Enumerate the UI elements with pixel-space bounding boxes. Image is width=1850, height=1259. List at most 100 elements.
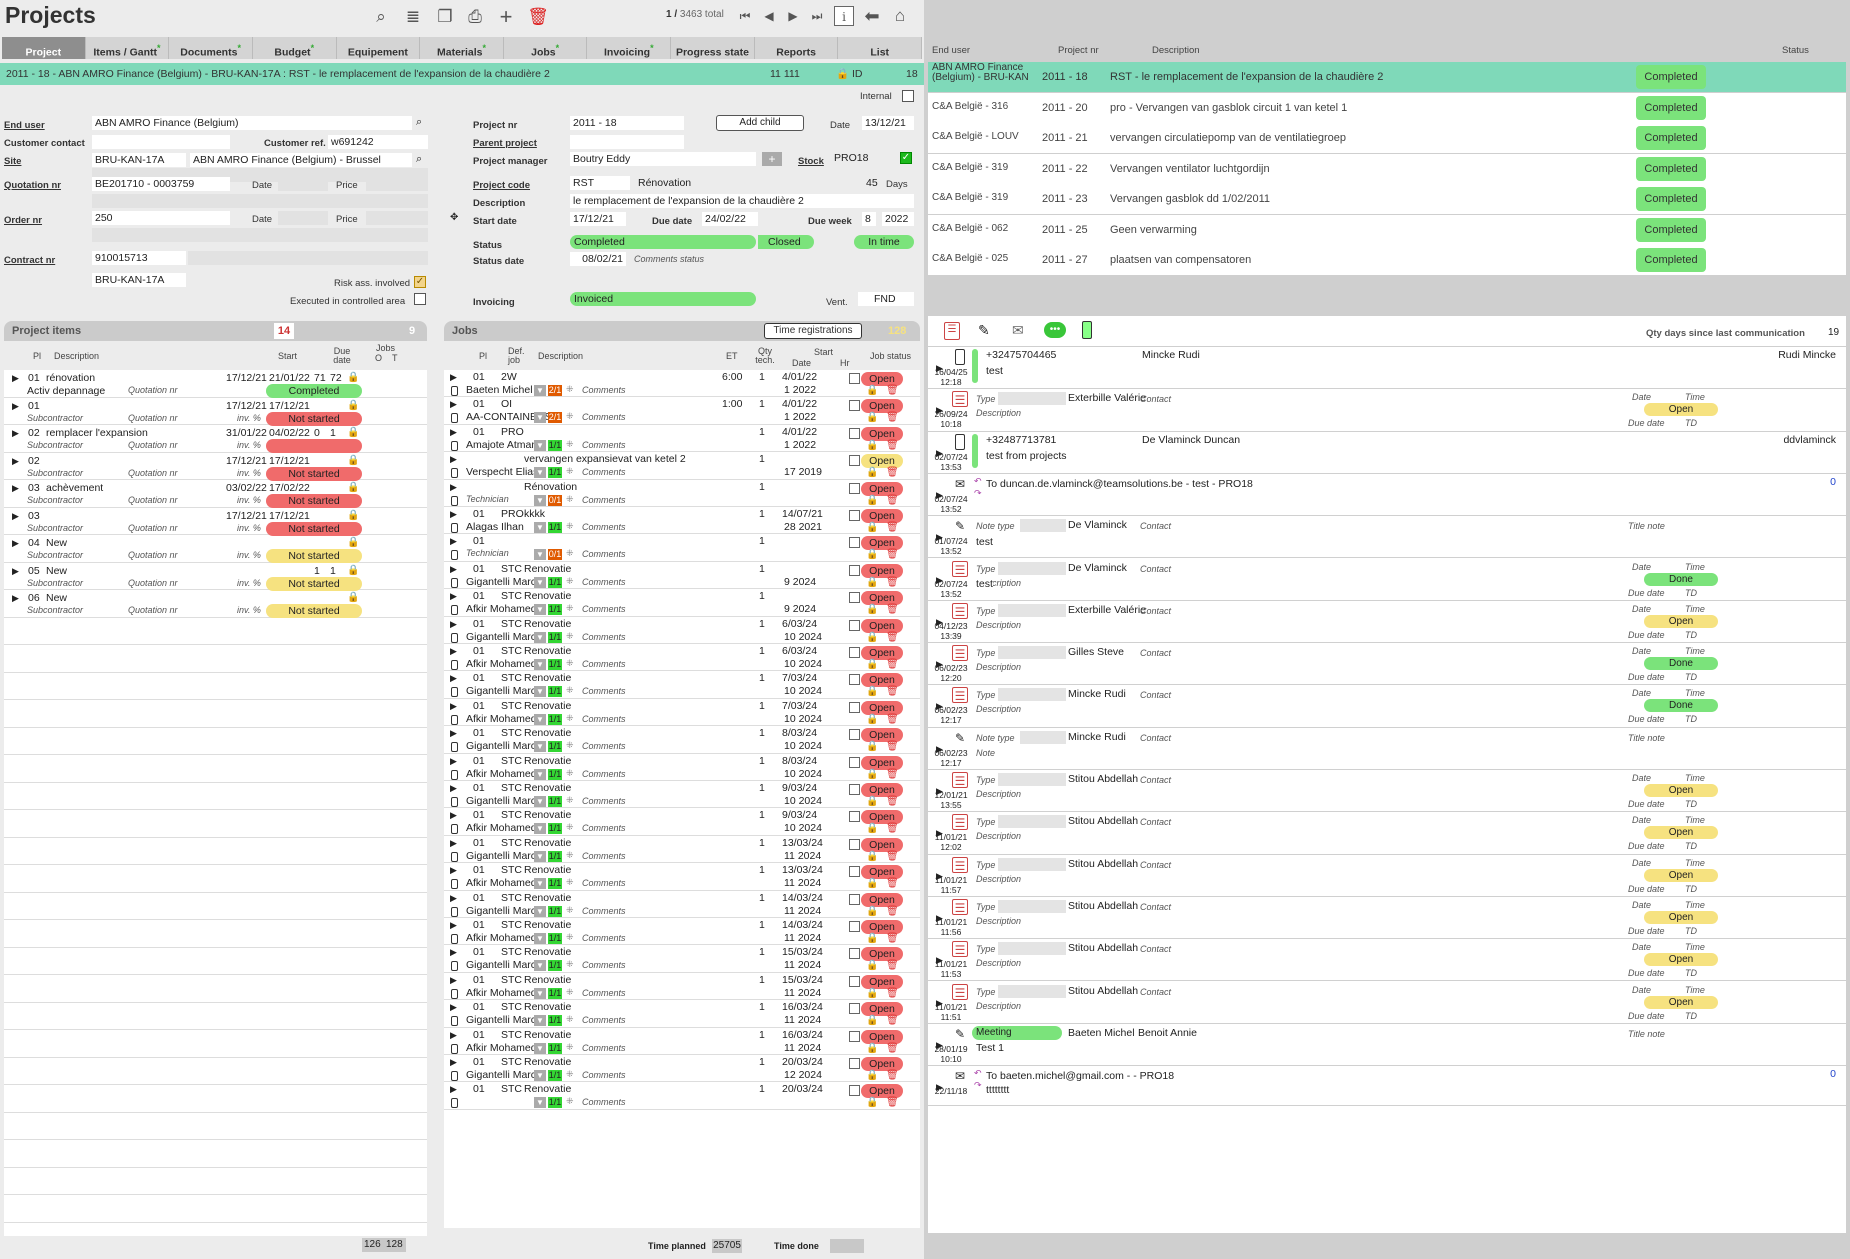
expand-icon[interactable]: ▶ — [450, 865, 457, 876]
dropdown-icon[interactable]: ▼ — [534, 823, 546, 835]
expand-icon[interactable]: ▶ — [450, 810, 457, 821]
job-row[interactable]: ▶ 01 STC Renovatie Gigantelli Marco ▼ 1/1 ⁜ Comm… — [444, 1000, 920, 1028]
expand-icon[interactable]: ▶ — [450, 673, 457, 684]
expand-icon[interactable]: ▶ — [450, 893, 457, 904]
status-field[interactable]: Completed — [570, 235, 756, 249]
end-user-field[interactable]: ABN AMRO Finance (Belgium) — [92, 116, 412, 130]
dropdown-icon[interactable]: ▼ — [534, 549, 546, 561]
item-row[interactable]: ▶ 06 New Subcontractor Quotation nr 🔒 inv. % No… — [4, 590, 427, 618]
job-comments[interactable]: Comments — [582, 412, 626, 422]
item-row[interactable]: ▶ 03 achèvement Subcontractor Quotation nr 03… — [4, 480, 427, 508]
job-comments[interactable]: Comments — [582, 823, 626, 833]
job-checkbox[interactable] — [849, 619, 860, 631]
type-field[interactable] — [998, 857, 1066, 871]
job-checkbox[interactable] — [849, 455, 860, 467]
comm-status[interactable]: Open — [1644, 614, 1718, 628]
job-comments[interactable]: Comments — [582, 1015, 626, 1025]
project-code-label[interactable]: Project code — [473, 180, 530, 191]
trash-icon[interactable]: 🗑 — [886, 1043, 899, 1054]
type-field[interactable] — [998, 984, 1066, 998]
trash-icon[interactable]: 🗑 — [886, 988, 899, 999]
vent-field[interactable]: FND — [858, 292, 914, 306]
expand-icon[interactable]: ▶ — [450, 427, 457, 438]
job-checkbox[interactable] — [849, 592, 860, 604]
dropdown-icon[interactable]: ▼ — [534, 412, 546, 424]
type-field[interactable] — [998, 688, 1066, 702]
trash-icon[interactable]: 🗑 — [886, 851, 899, 862]
comm-row[interactable]: ▶ 16/04/25 12:18 +32475704465 Mincke Rudi Rud… — [928, 347, 1846, 390]
project-row[interactable]: C&A België - LOUV 2011 - 21 vervangen circ… — [928, 123, 1846, 153]
job-status[interactable]: Open — [861, 755, 903, 770]
site-name-field[interactable]: ABN AMRO Finance (Belgium) - Brussel — [190, 153, 412, 167]
due-week-field[interactable]: 8 — [862, 212, 876, 226]
reply-icon[interactable]: ↶ — [974, 476, 982, 487]
dropdown-icon[interactable]: ▼ — [534, 631, 546, 643]
job-row[interactable]: ▶ 01 STC Renovatie Afkir Mohamed ▼ 1/1 ⁜ Comment… — [444, 589, 920, 617]
expand-icon[interactable]: ▶ — [450, 646, 457, 657]
job-checkbox[interactable] — [849, 1058, 860, 1069]
item-row[interactable]: ▶ 01 rénovation Activ depannage Quotation nr… — [4, 370, 427, 398]
expand-icon[interactable]: ▶ — [450, 947, 457, 958]
job-row[interactable]: ▶ 01 STC Renovatie Gigantelli Marco ▼ 1/1 ⁜ Comm… — [444, 945, 920, 973]
job-row[interactable]: ▶ 01 STC Renovatie ▼ 1/1 ⁜ Comments 1 20/03/24 Ope… — [444, 1082, 920, 1110]
quotation-field[interactable]: BE201710 - 0003759 — [92, 177, 230, 191]
job-checkbox[interactable] — [849, 893, 860, 905]
expand-icon[interactable]: ▶ — [450, 399, 457, 410]
note-type-field[interactable] — [1020, 519, 1066, 533]
job-comments[interactable]: Comments — [582, 878, 626, 888]
job-checkbox[interactable] — [849, 373, 860, 384]
item-row[interactable]: ▶ 04 New Subcontractor Quotation nr 🔒 inv. % No… — [4, 535, 427, 563]
site-label[interactable]: Site — [4, 156, 21, 167]
time-registrations-button[interactable]: Time registrations — [764, 323, 862, 339]
tab-items-gantt[interactable]: Items / Gantt* — [86, 37, 170, 59]
job-row[interactable]: ▶ 01 STC Renovatie Afkir Mohamed ▼ 1/1 ⁜ Comment… — [444, 863, 920, 891]
trash-icon[interactable]: 🗑 — [886, 714, 899, 725]
comm-row[interactable]: ▶ 02/07/24 13:53 +32487713781 De Vlaminck Du… — [928, 431, 1846, 474]
expand-icon[interactable]: ▶ — [12, 401, 19, 412]
job-row[interactable]: ▶ 01 OI AA-CONTAINERS ▼ 2/1 ⁜ Comments 1:00 1 4/01… — [444, 397, 920, 425]
order-date-field[interactable] — [278, 211, 328, 225]
trash-icon[interactable]: 🗑 — [886, 823, 899, 834]
project-row[interactable]: C&A België - 025 2011 - 27 plaatsen van co… — [928, 245, 1846, 275]
contract-site-field[interactable]: BRU-KAN-17A — [92, 273, 186, 287]
job-comments[interactable]: Comments — [582, 577, 626, 587]
job-comments[interactable]: Comments — [582, 906, 626, 916]
trash-icon[interactable]: 🗑 — [886, 686, 899, 697]
comm-status[interactable]: Open — [1644, 868, 1718, 882]
chat-icon[interactable]: ••• — [1044, 322, 1066, 338]
job-checkbox[interactable] — [849, 701, 860, 713]
invoicing-field[interactable]: Invoiced — [570, 292, 756, 306]
comm-status[interactable]: Open — [1644, 403, 1718, 417]
comm-row[interactable]: ▶ ☰ 11/01/21 11:53 Type Description Stitou Abd… — [928, 939, 1846, 982]
expand-icon[interactable]: ▶ — [12, 373, 19, 384]
dropdown-icon[interactable]: ▼ — [534, 385, 546, 396]
job-row[interactable]: ▶ 01 STC Renovatie Gigantelli Marco ▼ 1/1 ⁜ Comm… — [444, 617, 920, 644]
last-icon[interactable]: ⏭ — [807, 6, 827, 26]
expand-icon[interactable]: ▶ — [450, 454, 457, 465]
dropdown-icon[interactable]: ▼ — [534, 1070, 546, 1081]
comm-status[interactable]: Done — [1644, 572, 1718, 586]
reply-icon[interactable]: ↶ — [974, 1068, 982, 1079]
plus-icon[interactable]: + — [495, 6, 517, 28]
trash-icon[interactable]: 🗑 — [886, 1097, 899, 1108]
job-status[interactable]: Open — [861, 372, 903, 386]
trash-icon[interactable]: 🗑 — [886, 960, 899, 971]
mail-icon[interactable]: ✉ — [1012, 322, 1024, 339]
job-checkbox[interactable] — [849, 866, 860, 878]
job-comments[interactable]: Comments — [582, 933, 626, 943]
comm-row[interactable]: ▶ ☰ 11/01/21 11:51 Type Description Stitou Abd… — [928, 981, 1846, 1024]
back-icon[interactable]: ⬅ — [862, 6, 882, 26]
dropdown-icon[interactable]: ▼ — [534, 494, 546, 506]
job-comments[interactable]: Comments — [582, 604, 626, 614]
job-checkbox[interactable] — [849, 948, 860, 960]
item-row[interactable]: ▶ 05 New Subcontractor Quotation nr 1 1 🔒 inv. %… — [4, 563, 427, 591]
start-date-field[interactable]: 17/12/21 — [570, 212, 626, 226]
item-status[interactable]: Not started — [266, 549, 362, 563]
tab-materials[interactable]: Materials* — [420, 37, 504, 59]
job-comments[interactable]: Comments — [582, 714, 626, 724]
job-comments[interactable]: Comments — [582, 1070, 626, 1080]
note-icon[interactable]: ✎ — [978, 322, 990, 339]
print-icon[interactable]: ⎙ — [464, 6, 486, 28]
expand-icon[interactable]: ▶ — [12, 593, 19, 604]
job-checkbox[interactable] — [849, 975, 860, 987]
